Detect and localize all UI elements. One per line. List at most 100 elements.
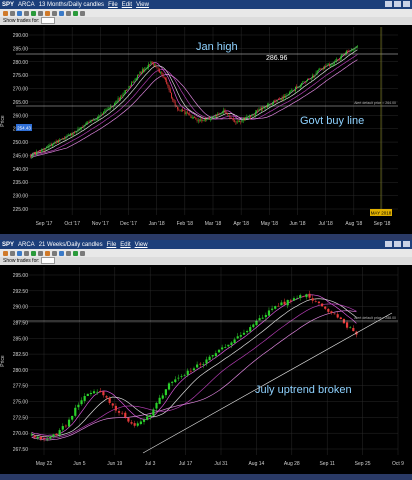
- minimize-icon[interactable]: [385, 241, 392, 247]
- draw-icon[interactable]: [31, 10, 36, 16]
- candle-body: [79, 127, 81, 129]
- candle-body: [30, 434, 33, 436]
- candle-body: [299, 84, 301, 88]
- candle-body: [129, 85, 131, 87]
- pointer-icon[interactable]: [10, 250, 15, 256]
- candle-body: [182, 109, 183, 111]
- candle-body: [114, 103, 115, 106]
- candle-body: [330, 64, 332, 66]
- menu-edit[interactable]: Edit: [122, 2, 132, 8]
- menu-view[interactable]: View: [136, 2, 149, 8]
- fib-icon[interactable]: [45, 250, 50, 256]
- candle-body: [138, 74, 140, 76]
- scroll-bar[interactable]: [0, 474, 412, 480]
- show-trades-dropdown[interactable]: [41, 17, 56, 25]
- y-tick-label: 267.50: [13, 447, 29, 453]
- candle-body: [280, 302, 283, 306]
- trendline-icon[interactable]: [17, 10, 22, 16]
- pointer-icon[interactable]: [10, 10, 15, 16]
- crosshair-icon[interactable]: [3, 10, 8, 16]
- candle-body: [108, 397, 111, 403]
- draw-icon[interactable]: [31, 250, 36, 256]
- candle-body: [46, 439, 49, 440]
- candle-body: [100, 114, 102, 117]
- symbol-label[interactable]: SPY: [2, 2, 14, 8]
- candle-body: [45, 146, 47, 148]
- candle-body: [38, 151, 40, 152]
- candle-body: [240, 121, 242, 123]
- crosshair-icon[interactable]: [3, 250, 8, 256]
- candle-body: [197, 120, 199, 122]
- indicator-icon[interactable]: [66, 10, 71, 16]
- zoom-icon[interactable]: [24, 10, 29, 16]
- candle-body: [329, 64, 330, 66]
- jan-high-label: Jan high: [196, 41, 238, 53]
- window-title-bar[interactable]: SPY ARCA 13 Months/Daily candles File Ed…: [0, 0, 412, 9]
- candle-body: [291, 90, 293, 92]
- y-tick-label: 292.50: [13, 289, 29, 295]
- candle-body: [295, 297, 299, 299]
- price-chart[interactable]: Price 290.00 285.00 280.00 275.00 270.00 265.0…: [0, 25, 412, 234]
- candle-body: [42, 438, 46, 440]
- menu-view[interactable]: View: [135, 242, 148, 248]
- candle-body: [255, 321, 258, 326]
- candle-body: [313, 75, 315, 77]
- layout-icon[interactable]: [73, 250, 78, 256]
- text-icon[interactable]: [38, 250, 43, 256]
- indicator-icon[interactable]: [66, 250, 71, 256]
- price-chart[interactable]: Price 295.00 292.50 290.00 287.50 285.00 282.5…: [0, 265, 412, 474]
- candle-body: [184, 110, 186, 114]
- candle-body: [71, 132, 73, 136]
- window-title-bar[interactable]: SPY ARCA 21 Weeks/Daily candles File Edi…: [0, 240, 412, 249]
- candle-body: [92, 391, 96, 394]
- zoom-icon[interactable]: [24, 250, 29, 256]
- candle-body: [322, 68, 324, 70]
- link-icon[interactable]: [80, 250, 85, 256]
- close-icon[interactable]: [403, 1, 410, 7]
- menu-file[interactable]: File: [107, 242, 117, 248]
- candle-body: [58, 430, 61, 435]
- candle-body: [314, 74, 316, 77]
- candle-body: [199, 363, 202, 365]
- candle-body: [283, 301, 286, 305]
- close-icon[interactable]: [403, 241, 410, 247]
- trendline-icon[interactable]: [17, 250, 22, 256]
- menu-file[interactable]: File: [108, 2, 118, 8]
- symbol-label[interactable]: SPY: [2, 242, 14, 248]
- settings-icon[interactable]: [52, 250, 57, 256]
- candle-body: [326, 65, 328, 67]
- text-icon[interactable]: [38, 10, 43, 16]
- candle-body: [203, 119, 205, 121]
- bar-type-icon[interactable]: [59, 250, 64, 256]
- candle-body: [158, 397, 161, 404]
- candle-body: [167, 83, 169, 86]
- x-tick-label: Sep 11: [319, 461, 335, 467]
- show-trades-label: Show trades for:: [3, 18, 40, 24]
- chart-background: [0, 25, 412, 234]
- bar-type-icon[interactable]: [59, 10, 64, 16]
- candle-body: [275, 100, 277, 102]
- maximize-icon[interactable]: [394, 1, 401, 7]
- candle-body: [139, 421, 142, 424]
- x-tick-label: Mar '18: [205, 221, 222, 227]
- menu-edit[interactable]: Edit: [120, 242, 130, 248]
- layout-icon[interactable]: [73, 10, 78, 16]
- candle-body: [83, 125, 85, 127]
- candle-body: [89, 120, 91, 123]
- candle-body: [174, 101, 176, 106]
- candle-body: [209, 118, 211, 120]
- price-axis-label: Price: [0, 355, 6, 367]
- candle-body: [124, 90, 126, 94]
- candle-body: [74, 407, 77, 416]
- show-trades-dropdown[interactable]: [41, 257, 56, 265]
- y-tick-label: 272.50: [13, 415, 29, 421]
- candle-body: [264, 106, 266, 109]
- x-tick-label: Jul '18: [319, 221, 334, 227]
- link-icon[interactable]: [80, 10, 85, 16]
- minimize-icon[interactable]: [385, 1, 392, 7]
- settings-icon[interactable]: [52, 10, 57, 16]
- fib-icon[interactable]: [45, 10, 50, 16]
- maximize-icon[interactable]: [394, 241, 401, 247]
- x-tick-label: Aug 14: [248, 461, 264, 467]
- candle-body: [224, 347, 227, 348]
